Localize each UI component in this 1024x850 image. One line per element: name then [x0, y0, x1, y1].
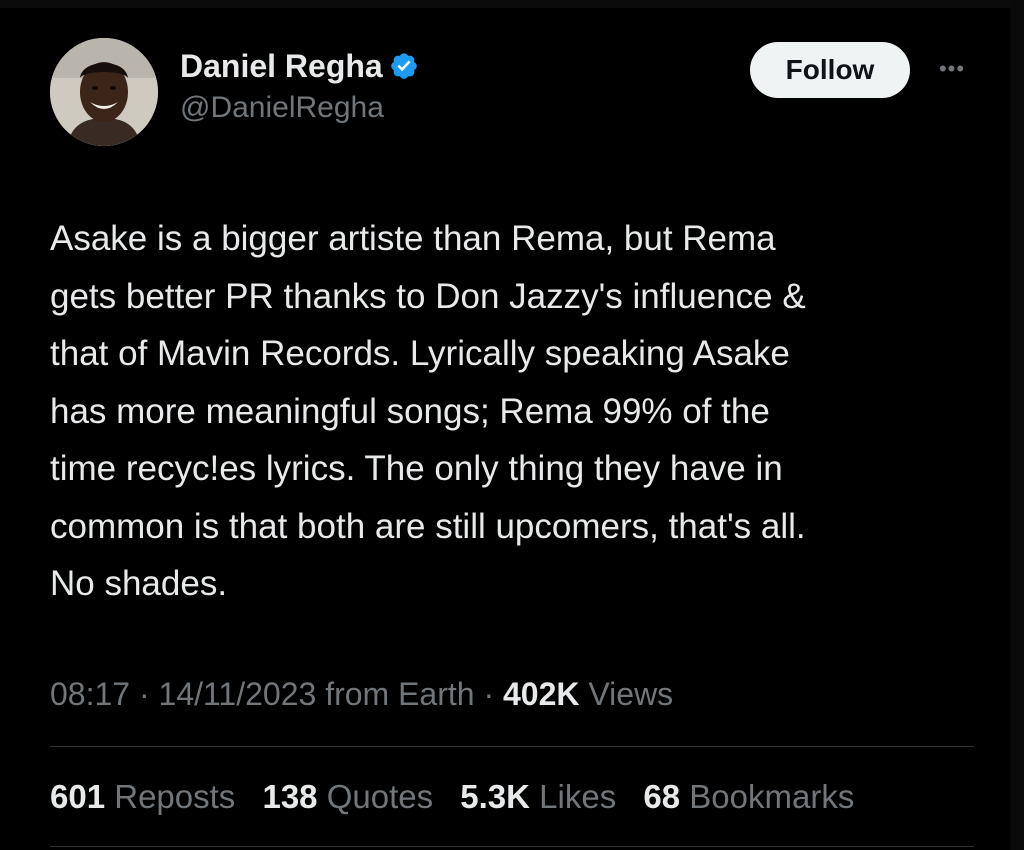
stat-likes[interactable]: 5.3K Likes	[460, 774, 616, 820]
author-handle[interactable]: @DanielRegha	[180, 88, 419, 128]
stat-count: 601	[50, 778, 106, 815]
tweet-source: from Earth	[325, 676, 475, 712]
avatar-photo-icon	[50, 38, 158, 146]
divider	[50, 846, 974, 847]
views-count: 402K	[503, 676, 580, 712]
avatar[interactable]	[50, 38, 158, 146]
stat-label: Reposts	[114, 778, 236, 815]
follow-button[interactable]: Follow	[750, 42, 910, 98]
verified-badge-icon	[389, 51, 419, 81]
stat-label: Likes	[539, 778, 617, 815]
stat-quotes[interactable]: 138 Quotes	[262, 774, 433, 820]
meta-separator: ·	[483, 676, 495, 712]
stat-count: 138	[262, 778, 318, 815]
stat-count: 5.3K	[460, 778, 530, 815]
stat-reposts[interactable]: 601 Reposts	[50, 774, 235, 820]
scrollbar-track[interactable]	[1010, 0, 1024, 850]
engagement-stats: 601 Reposts 138 Quotes 5.3K Likes 68 Boo…	[50, 774, 980, 820]
tweet-meta: 08:17 · 14/11/2023 from Earth · 402K Vie…	[50, 672, 980, 716]
tweet-time[interactable]: 08:17	[50, 676, 130, 712]
stat-bookmarks[interactable]: 68 Bookmarks	[643, 774, 854, 820]
meta-separator: ·	[138, 676, 150, 712]
author-display-name[interactable]: Daniel Regha	[180, 46, 383, 86]
more-options-icon[interactable]: •••	[930, 54, 974, 84]
views-label: Views	[588, 676, 674, 712]
divider	[50, 746, 974, 747]
stat-count: 68	[643, 778, 681, 815]
author-block: Daniel Regha @DanielRegha	[180, 46, 419, 128]
tweet-header: Daniel Regha @DanielRegha Follow •••	[50, 38, 980, 150]
tweet-text: Asake is a bigger artiste than Rema, but…	[50, 219, 806, 603]
tweet-date[interactable]: 14/11/2023	[159, 676, 317, 712]
stat-label: Quotes	[326, 778, 434, 815]
stat-label: Bookmarks	[689, 778, 855, 815]
top-edge	[0, 0, 1024, 8]
